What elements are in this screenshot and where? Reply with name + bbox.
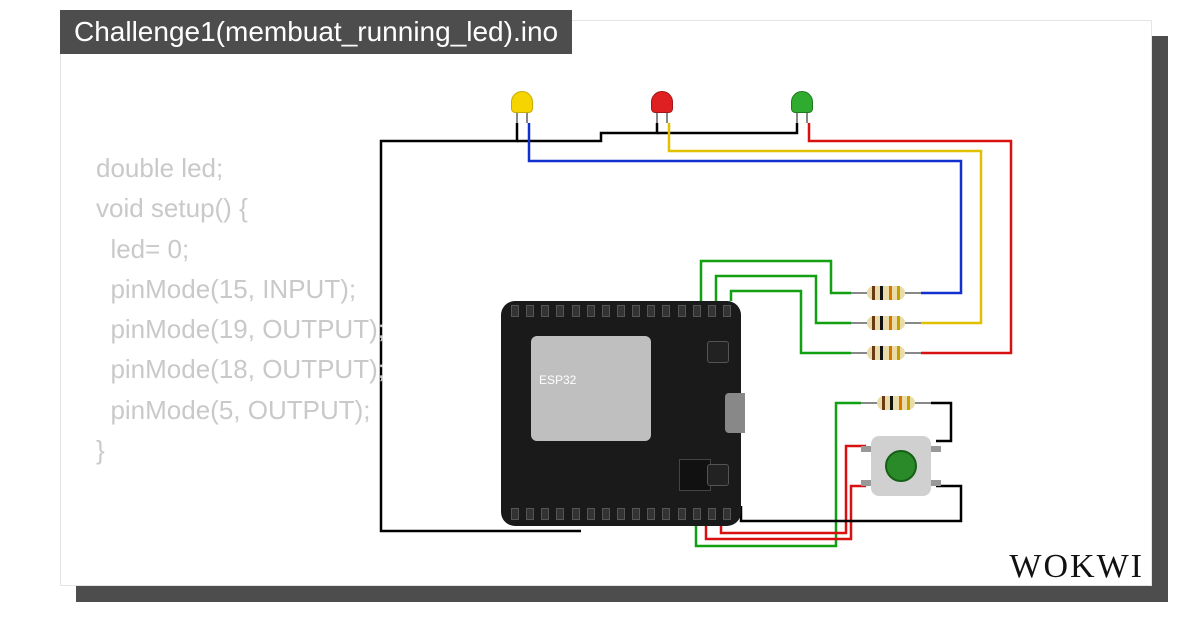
header-pins-top	[511, 305, 731, 319]
resistor-3	[851, 346, 921, 360]
wires	[361, 91, 1181, 551]
code-line: pinMode(18, OUTPUT);	[96, 354, 385, 384]
green-led	[791, 91, 813, 121]
resistor-1	[851, 286, 921, 300]
esp32-board: ESP32	[501, 301, 741, 526]
code-line: led= 0;	[96, 234, 189, 264]
push-button-cap	[885, 450, 917, 482]
resistor-2	[851, 316, 921, 330]
code-line: pinMode(15, INPUT);	[96, 274, 356, 304]
file-title: Challenge1(membuat_running_led).ino	[60, 10, 572, 54]
yellow-led	[511, 91, 533, 121]
code-line: double led;	[96, 153, 223, 183]
code-preview: double led; void setup() { led= 0; pinMo…	[96, 148, 385, 470]
code-line: pinMode(19, OUTPUT);	[96, 314, 385, 344]
usb-port	[725, 393, 745, 433]
code-line: pinMode(5, OUTPUT);	[96, 395, 371, 425]
board-button-en	[707, 341, 729, 363]
board-button-boot	[707, 464, 729, 486]
push-button	[871, 436, 931, 496]
board-label: ESP32	[539, 373, 576, 387]
circuit-diagram: ESP32	[361, 91, 1181, 551]
wokwi-logo: WOKWI	[1009, 548, 1144, 586]
rf-shield	[531, 336, 651, 441]
header-pins-bottom	[511, 508, 731, 522]
resistor-4	[861, 396, 931, 410]
code-line: }	[96, 435, 105, 465]
code-line: void setup() {	[96, 193, 248, 223]
red-led	[651, 91, 673, 121]
